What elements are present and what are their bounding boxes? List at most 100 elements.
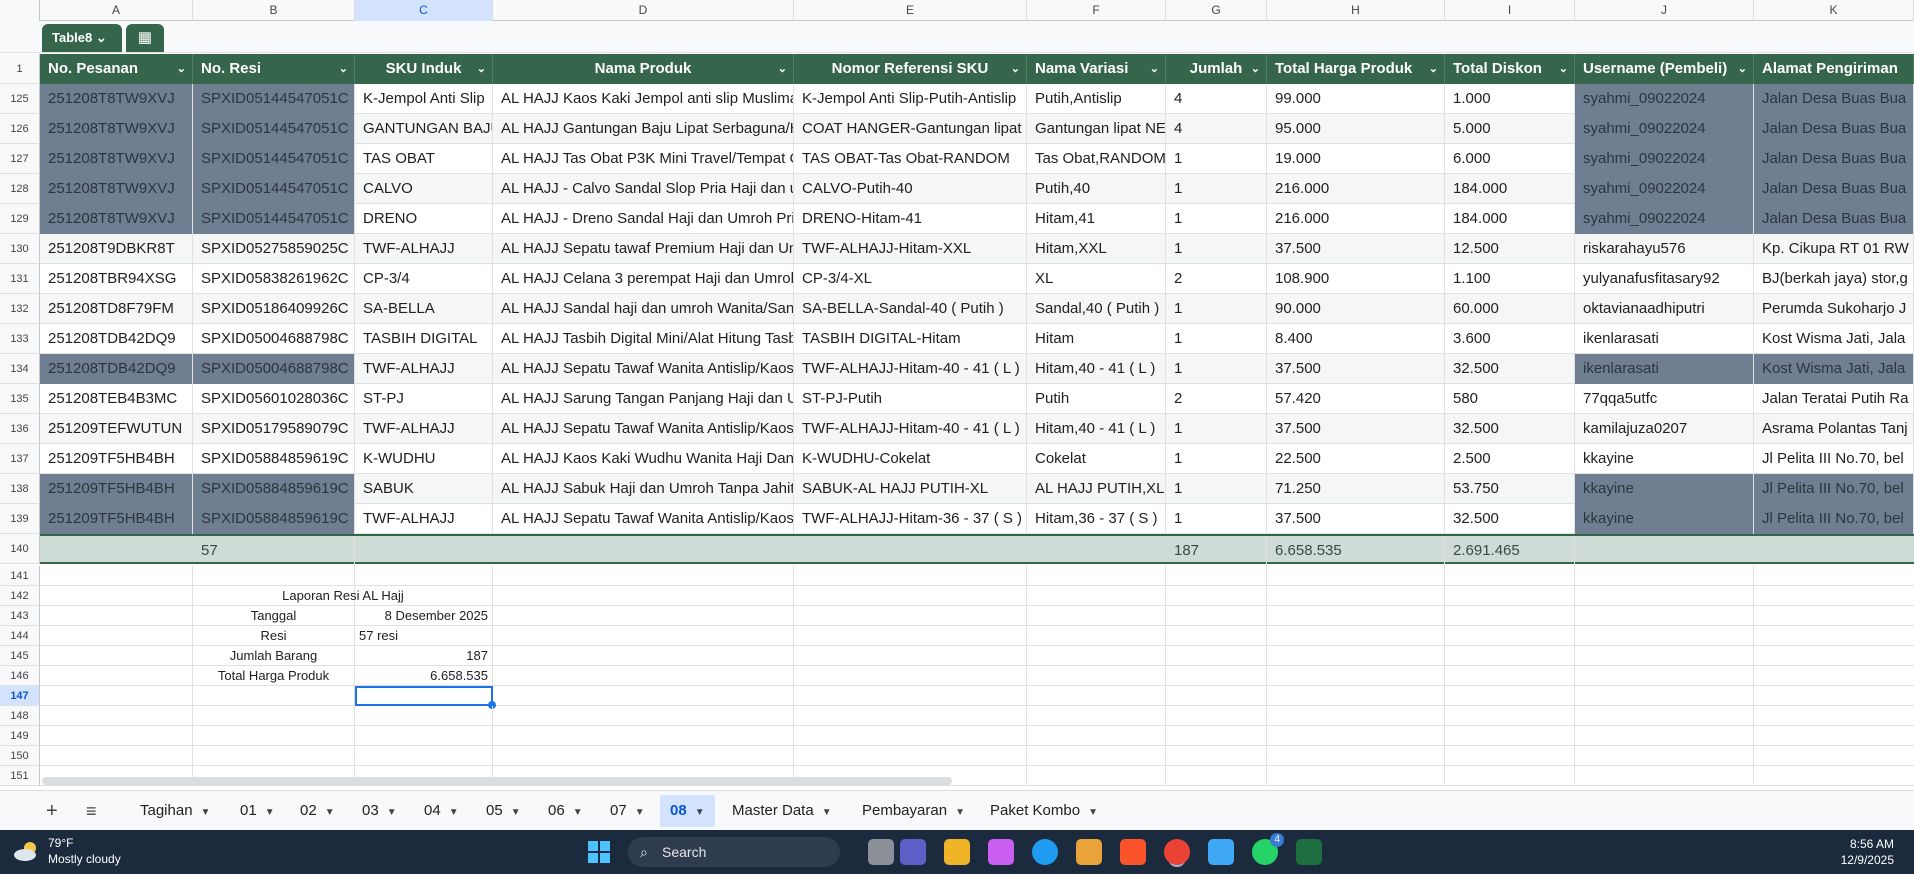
grid-cell[interactable] [40,566,193,586]
sheet-tab[interactable]: Master Data ▼ [722,795,842,827]
messenger-icon[interactable] [1208,839,1234,865]
summary-value[interactable]: 8 Desember 2025 [355,606,493,626]
caret-down-icon[interactable]: ▼ [511,807,521,818]
table-cell[interactable]: 251209TF5HB4BH [40,444,193,474]
table-cell[interactable]: TAS OBAT [355,144,493,174]
summary-value[interactable]: 57 resi [355,626,493,646]
taskbar-search[interactable]: ⌕ Search [628,837,840,867]
grid-cell[interactable] [355,746,493,766]
table-cell[interactable]: 251209TF5HB4BH [40,474,193,504]
grid-cell[interactable] [1575,686,1754,706]
table-cell[interactable]: 6.000 [1445,144,1575,174]
table-cell[interactable]: SPXID05884859619C [193,444,355,474]
grid-cell[interactable] [1027,606,1166,626]
grid-cell[interactable] [1575,766,1754,786]
table-cell[interactable]: COAT HANGER-Gantungan lipat N [794,114,1027,144]
header-cell[interactable]: SKU Induk ⌄ [355,54,493,84]
table-cell[interactable]: 251208TD8F79FM [40,294,193,324]
row-number[interactable]: 149 [0,726,40,746]
row-number[interactable]: 127 [0,144,40,174]
chevron-down-icon[interactable]: ⌄ [1251,54,1260,84]
teams-icon[interactable] [900,839,926,865]
table-cell[interactable]: Gantungan lipat NEW [1027,114,1166,144]
total-jumlah[interactable]: 187 [1166,536,1267,566]
table-cell[interactable]: TWF-ALHAJJ [355,414,493,444]
table-cell[interactable]: ikenlarasati [1575,324,1754,354]
table-cell[interactable]: 251208T9DBKR8T [40,234,193,264]
row-number[interactable]: 137 [0,444,40,474]
row-number[interactable]: 138 [0,474,40,504]
table-cell[interactable]: AL HAJJ Sepatu tawaf Premium Haji dan Um [493,234,794,264]
grid-cell[interactable] [493,606,794,626]
table-cell[interactable]: 32.500 [1445,504,1575,534]
row-number[interactable]: 133 [0,324,40,354]
grid-cell[interactable] [1166,726,1267,746]
table-cell[interactable]: kkayine [1575,504,1754,534]
table-cell[interactable]: 1 [1166,204,1267,234]
chevron-down-icon[interactable]: ⌄ [1429,54,1438,84]
grid-cell[interactable] [493,706,794,726]
grid-cell[interactable] [193,746,355,766]
table-cell[interactable]: SPXID05884859619C [193,474,355,504]
table-cell[interactable]: Jl Pelita III No.70, bel [1754,504,1914,534]
table-cell[interactable]: 1 [1166,324,1267,354]
grid-cell[interactable] [193,686,355,706]
table-cell[interactable]: 216.000 [1267,204,1445,234]
table-cell[interactable]: SPXID05144547051C [193,174,355,204]
grid-cell[interactable] [493,746,794,766]
grid-cell[interactable] [1575,566,1754,586]
table-cell[interactable]: ST-PJ-Putih [794,384,1027,414]
grid-cell[interactable] [1267,626,1445,646]
grid-cell[interactable] [1166,646,1267,666]
grid-cell[interactable] [1575,586,1754,606]
table-cell[interactable]: SPXID05179589079C [193,414,355,444]
table-cell[interactable]: 184.000 [1445,174,1575,204]
grid-cell[interactable] [1445,626,1575,646]
table-cell[interactable]: CALVO [355,174,493,204]
windows-start-icon[interactable] [586,839,612,865]
horizontal-scrollbar[interactable] [42,777,952,785]
caret-down-icon[interactable]: ▼ [635,807,645,818]
table-cell[interactable]: Jalan Desa Buas Bua [1754,84,1914,114]
chrome-icon[interactable] [1164,839,1190,865]
table-cell[interactable]: 4 [1166,114,1267,144]
grid-cell[interactable] [1267,646,1445,666]
table-cell[interactable]: K-Jempol Anti Slip-Putih-Antislip [794,84,1027,114]
grid-cell[interactable] [1267,666,1445,686]
table-cell[interactable]: AL HAJJ Gantungan Baju Lipat Serbaguna/H [493,114,794,144]
sheet-tab[interactable]: 07 ▼ [600,795,655,827]
table-cell[interactable]: syahmi_09022024 [1575,204,1754,234]
sheet-tab[interactable]: 01 ▼ [230,795,285,827]
grid-cell[interactable] [1166,706,1267,726]
table-cell[interactable]: 2.500 [1445,444,1575,474]
table-name-chip[interactable]: Table8 ⌄ [42,24,122,52]
edge-icon[interactable] [1032,839,1058,865]
row-number[interactable]: 144 [0,626,40,646]
table-cell[interactable]: Jl Pelita III No.70, bel [1754,474,1914,504]
grid-cell[interactable] [1575,706,1754,726]
table-cell[interactable]: AL HAJJ Celana 3 perempat Haji dan Umroh [493,264,794,294]
grid-cell[interactable] [493,626,794,646]
grid-cell[interactable] [1166,566,1267,586]
whatsapp-icon[interactable]: 4 [1252,833,1284,865]
sheet-tab[interactable]: 02 ▼ [290,795,345,827]
weather-widget[interactable]: 79°F Mostly cloudy [12,836,152,868]
table-cell[interactable]: 37.500 [1267,414,1445,444]
grid-cell[interactable] [1575,746,1754,766]
table-cell[interactable]: 251208TBR94XSG [40,264,193,294]
column-letter-a[interactable]: A [40,0,193,21]
table-cell[interactable]: 57.420 [1267,384,1445,414]
table-cell[interactable]: AL HAJJ Kaos Kaki Jempol anti slip Musli… [493,84,794,114]
grid-cell[interactable] [1027,586,1166,606]
grid-cell[interactable] [40,606,193,626]
row-number[interactable]: 136 [0,414,40,444]
all-sheets-icon[interactable]: ≡ [86,795,97,827]
table-cell[interactable]: 2 [1166,384,1267,414]
table-cell[interactable]: 53.750 [1445,474,1575,504]
table-cell[interactable]: AL HAJJ PUTIH,XL [1027,474,1166,504]
caret-down-icon[interactable]: ▼ [955,807,965,818]
column-letter-j[interactable]: J [1575,0,1754,21]
chevron-down-icon[interactable]: ⌄ [778,54,787,84]
table-cell[interactable]: kamilajuza0207 [1575,414,1754,444]
row-number[interactable]: 145 [0,646,40,666]
